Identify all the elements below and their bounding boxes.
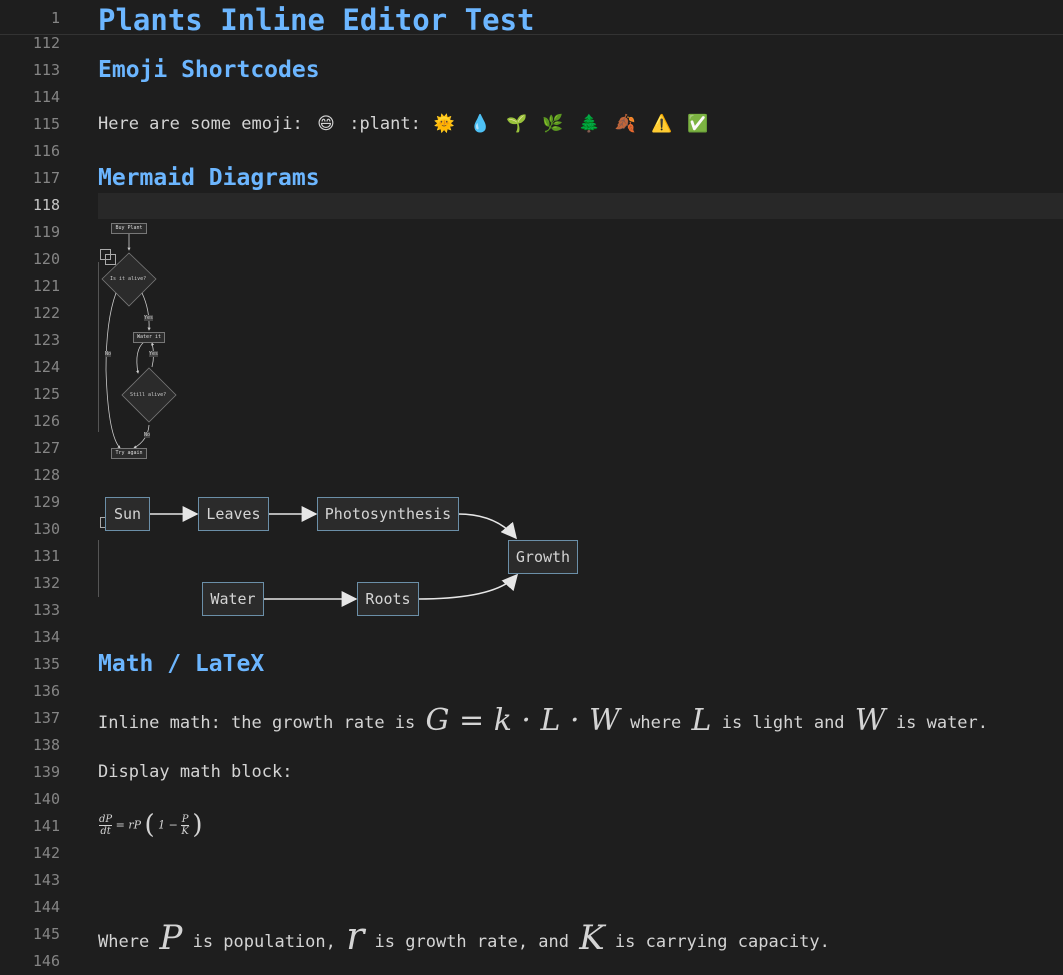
emoji-sun-icon: 🌞 (433, 114, 455, 134)
emoji-line[interactable]: Here are some emoji: 😄 :plant: 🌞 💧 🌱 🌿 🌲… (98, 111, 711, 138)
gutter-line-number: 121 (32, 277, 60, 295)
where-var-r[interactable]: r (346, 914, 364, 958)
gutter-line-number: 112 (32, 34, 60, 52)
node-still-alive[interactable]: Still alive? (130, 392, 166, 398)
node-water[interactable]: Water (202, 582, 264, 616)
emoji-droplet-icon: 💧 (469, 114, 491, 134)
gutter-line-number: 140 (32, 790, 60, 808)
heading-math-latex[interactable]: Math / LaTeX (98, 649, 264, 679)
inline-math-prefix: Inline math: the growth rate is (98, 713, 416, 733)
gutter-line-number: 138 (32, 736, 60, 754)
edge-label-no-2: No (144, 432, 151, 438)
gutter-line-number: 127 (32, 439, 60, 457)
gutter-line-number: 129 (32, 493, 60, 511)
gutter-line-number: 132 (32, 574, 60, 592)
gutter-line-number: 144 (32, 898, 60, 916)
node-photosynthesis[interactable]: Photosynthesis (317, 497, 459, 531)
display-math-label[interactable]: Display math block: (98, 759, 292, 786)
display-math-block[interactable]: dP dt = rP ( 1 − P K ) (99, 810, 203, 840)
where-text-population: is population, (192, 932, 336, 952)
display-math-rhs-prefix: = rP (115, 818, 142, 832)
gutter-line-number: 131 (32, 547, 60, 565)
where-var-k[interactable]: K (579, 918, 604, 958)
inline-math-line[interactable]: Inline math: the growth rate is G = k · … (98, 706, 989, 737)
node-water-it[interactable]: Water it (133, 332, 165, 343)
gutter-line-number: 124 (32, 358, 60, 376)
gutter-line-number: 141 (32, 817, 60, 835)
node-is-alive[interactable]: Is it alive? (110, 276, 146, 282)
node-leaves[interactable]: Leaves (198, 497, 269, 531)
gutter-line-number: 139 (32, 763, 60, 781)
inline-math-water: is water. (895, 713, 989, 733)
node-roots[interactable]: Roots (357, 582, 419, 616)
gutter-line-number: 114 (32, 88, 60, 106)
emoji-shortcode-text: :plant: (349, 114, 421, 134)
gutter-line-number: 117 (32, 169, 60, 187)
gutter-line-number: 125 (32, 385, 60, 403)
gutter-line-number: 115 (32, 115, 60, 133)
gutter-line-number: 142 (32, 844, 60, 862)
gutter-line-number: 128 (32, 466, 60, 484)
gutter-line-number: 130 (32, 520, 60, 538)
display-math-lhs-num: dP (99, 813, 113, 826)
emoji-grin-icon: 😄 (317, 114, 335, 134)
node-try-again[interactable]: Try again (111, 448, 147, 459)
display-math-open-paren: ( (144, 810, 155, 840)
gutter-line-number: 133 (32, 601, 60, 619)
display-math-frac-num: P (181, 813, 189, 826)
edge-label-yes-2: Yes (149, 351, 159, 357)
node-growth[interactable]: Growth (508, 540, 578, 574)
inline-math-var-l[interactable]: L (692, 703, 712, 738)
gutter-line-number: 122 (32, 304, 60, 322)
gutter-line-number: 137 (32, 709, 60, 727)
page-title[interactable]: Plants Inline Editor Test (98, 1, 535, 39)
emoji-warning-icon: ⚠️ (651, 114, 673, 134)
gutter-line-number: 113 (32, 61, 60, 79)
display-math-one: 1 − (158, 818, 178, 832)
inline-math-light: is light and (721, 713, 845, 733)
gutter-line-number: 143 (32, 871, 60, 889)
display-math-rhs-fraction: P K (181, 813, 189, 837)
gutter-line-number: 134 (32, 628, 60, 646)
edge-label-yes-1: Yes (144, 315, 154, 321)
inline-math-var-w[interactable]: W (855, 703, 886, 738)
where-var-p[interactable]: P (159, 918, 182, 958)
display-math-lhs-den: dt (100, 825, 111, 837)
gutter-line-number: 146 (32, 952, 60, 970)
display-math-close-paren: ) (192, 810, 203, 840)
emoji-check-icon: ✅ (687, 114, 709, 134)
display-math-frac-den: K (181, 825, 189, 837)
heading-emoji-shortcodes[interactable]: Emoji Shortcodes (98, 55, 320, 85)
emoji-prefix-text: Here are some emoji: (98, 114, 303, 134)
current-line-highlight (98, 193, 1063, 219)
gutter-line-number: 135 (32, 655, 60, 673)
gutter-line-number: 119 (32, 223, 60, 241)
inline-math-where: where (630, 713, 682, 733)
edge-label-no-1: No (105, 351, 112, 357)
display-math-lhs-fraction: dP dt (99, 813, 113, 837)
heading-mermaid-diagrams[interactable]: Mermaid Diagrams (98, 163, 320, 193)
gutter-line-number: 145 (32, 925, 60, 943)
where-line[interactable]: Where P is population, r is growth rate,… (98, 917, 830, 956)
emoji-leaves-icon: 🍂 (614, 114, 636, 134)
gutter-line-number: 123 (32, 331, 60, 349)
gutter-line-number: 126 (32, 412, 60, 430)
gutter-line-number: 120 (32, 250, 60, 268)
emoji-tree-icon: 🌲 (578, 114, 600, 134)
where-text-growth: is growth rate, and (374, 932, 570, 952)
gutter-line-sticky: 1 (50, 9, 60, 27)
gutter-line-number: 116 (32, 142, 60, 160)
inline-math-formula[interactable]: G = k · L · W (426, 703, 620, 738)
gutter-line-number: 136 (32, 682, 60, 700)
node-buy-plant[interactable]: Buy Plant (111, 223, 147, 234)
gutter-line-number: 118 (32, 196, 60, 214)
where-text-capacity: is carrying capacity. (614, 932, 830, 952)
where-prefix: Where (98, 932, 150, 952)
emoji-herb-icon: 🌿 (542, 114, 564, 134)
emoji-seedling-icon: 🌱 (506, 114, 528, 134)
node-sun[interactable]: Sun (105, 497, 150, 531)
